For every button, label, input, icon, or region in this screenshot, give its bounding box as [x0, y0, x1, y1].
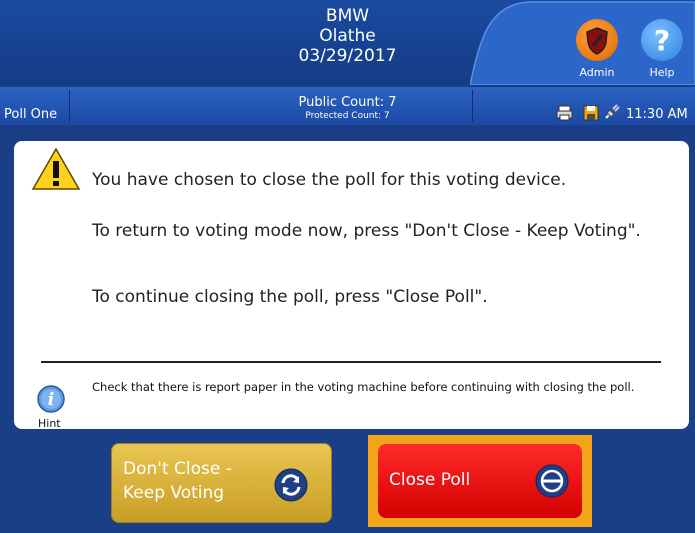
clock-time: 11:30 AM	[626, 107, 688, 122]
admin-label: Admin	[579, 66, 615, 79]
dont-close-button-label: Don't Close - Keep Voting	[123, 459, 232, 503]
info-icon: i	[37, 385, 65, 413]
warning-icon	[31, 147, 81, 190]
admin-button[interactable]	[576, 19, 618, 61]
dialog-message-primary: You have chosen to close the poll for th…	[92, 170, 567, 190]
shield-icon	[586, 27, 608, 55]
dont-close-keep-voting-button[interactable]: Don't Close - Keep Voting	[111, 443, 332, 523]
power-plug-icon	[605, 104, 620, 119]
close-poll-dialog: You have chosen to close the poll for th…	[14, 141, 689, 430]
dialog-divider	[41, 361, 661, 363]
save-icon	[583, 105, 599, 121]
close-poll-button[interactable]: Close Poll	[378, 444, 582, 518]
status-bar: Poll One Public Count: 7 Protected Count…	[0, 87, 695, 125]
printer-icon	[556, 105, 573, 121]
svg-text:?: ?	[654, 24, 670, 57]
help-label: Help	[649, 66, 675, 79]
hint-text: Check that there is report paper in the …	[92, 380, 635, 394]
help-icon: ?	[654, 24, 670, 57]
refresh-icon	[274, 468, 308, 502]
dialog-message-return: To return to voting mode now, press "Don…	[92, 221, 641, 241]
close-poll-button-label: Close Poll	[389, 470, 471, 490]
help-button[interactable]: ?	[641, 19, 683, 61]
dialog-message-continue: To continue closing the poll, press "Clo…	[92, 287, 488, 307]
svg-text:i: i	[48, 390, 54, 410]
status-divider	[472, 90, 473, 122]
voting-device-screen: BMW Olathe 03/29/2017 Admin ? Help Poll …	[0, 0, 695, 533]
header: BMW Olathe 03/29/2017 Admin ? Help	[0, 0, 695, 85]
stop-circle-icon	[535, 464, 569, 498]
hint-label: Hint	[38, 417, 61, 430]
